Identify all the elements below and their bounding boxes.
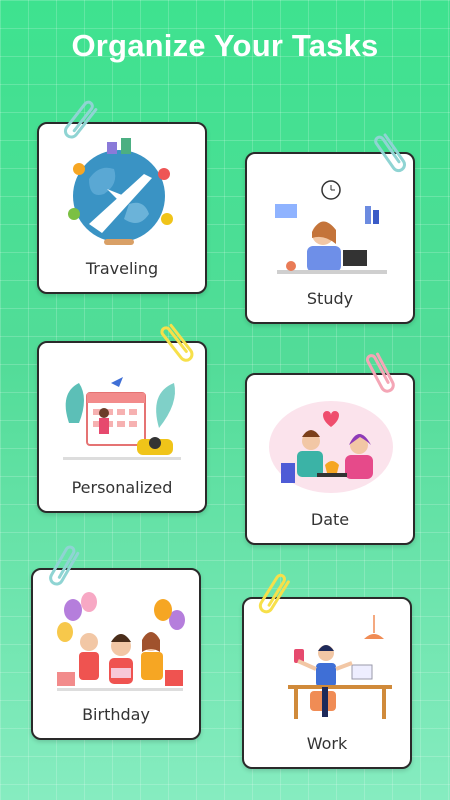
card-label-study: Study (306, 289, 354, 308)
page-title: Organize Your Tasks (71, 28, 379, 63)
category-card-study[interactable]: Study (245, 152, 415, 324)
work-illustration (288, 615, 392, 719)
card-label-date: Date (310, 510, 350, 529)
card-label-work: Work (306, 734, 348, 753)
personalized-illustration (63, 377, 181, 460)
study-illustration (275, 180, 387, 274)
card-label-traveling: Traveling (85, 259, 159, 278)
card-label-personalized: Personalized (71, 478, 173, 497)
birthday-illustration (57, 592, 185, 691)
card-label-birthday: Birthday (82, 705, 150, 724)
page: Organize Your Tasks Traveling Study Pers… (0, 0, 450, 800)
category-card-traveling[interactable]: Traveling (37, 122, 207, 294)
